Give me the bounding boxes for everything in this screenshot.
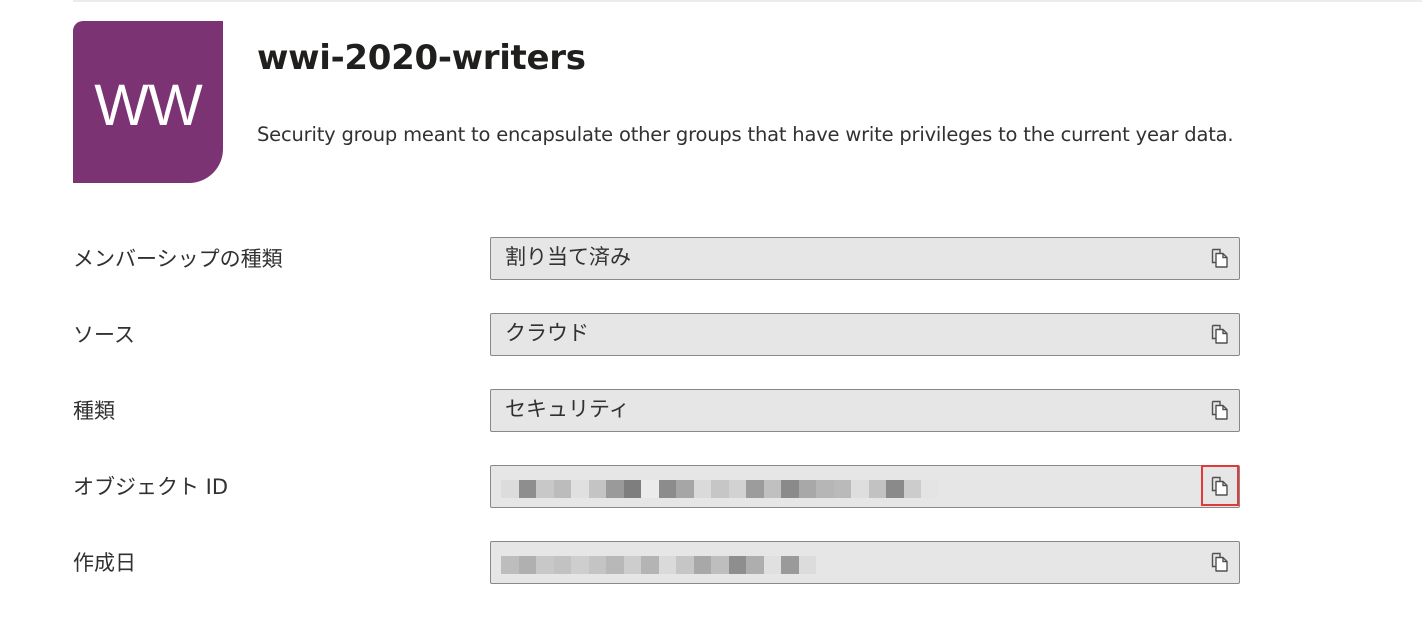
property-value: セキュリティ [505,397,630,421]
copy-button[interactable] [1201,541,1239,582]
property-field [490,541,1240,584]
copy-icon [1211,476,1228,496]
redacted-value [501,556,816,574]
property-value: クラウド [505,321,589,345]
property-row-type: 種類 セキュリティ [73,388,1240,464]
group-description: Security group meant to encapsulate othe… [257,123,1234,146]
property-field [490,465,1240,508]
property-label: ソース [73,323,135,347]
copy-button-object-id[interactable] [1201,465,1239,506]
avatar-initials: WW [94,72,202,138]
copy-icon [1211,324,1228,344]
group-avatar: WW [73,21,223,183]
property-row-created-date: 作成日 [73,540,1240,616]
properties-list: メンバーシップの種類 割り当て済み ソース クラウド 種類 セキュリティ オブジ… [73,236,1240,616]
top-divider [73,0,1422,2]
property-value: 割り当て済み [505,245,631,269]
property-field: 割り当て済み [490,237,1240,280]
property-row-source: ソース クラウド [73,312,1240,388]
property-label: メンバーシップの種類 [73,247,283,271]
property-label: オブジェクト ID [73,475,229,499]
property-label: 作成日 [73,551,136,575]
property-field: セキュリティ [490,389,1240,432]
redacted-value [501,480,939,498]
copy-icon [1211,552,1228,572]
group-title: wwi-2020-writers [257,38,586,78]
copy-icon [1211,248,1228,268]
property-row-object-id: オブジェクト ID [73,464,1240,540]
copy-icon [1211,400,1228,420]
property-field: クラウド [490,313,1240,356]
copy-button[interactable] [1201,389,1239,430]
copy-button[interactable] [1201,237,1239,278]
property-row-membership-type: メンバーシップの種類 割り当て済み [73,236,1240,312]
property-label: 種類 [73,399,115,423]
copy-button[interactable] [1201,313,1239,354]
